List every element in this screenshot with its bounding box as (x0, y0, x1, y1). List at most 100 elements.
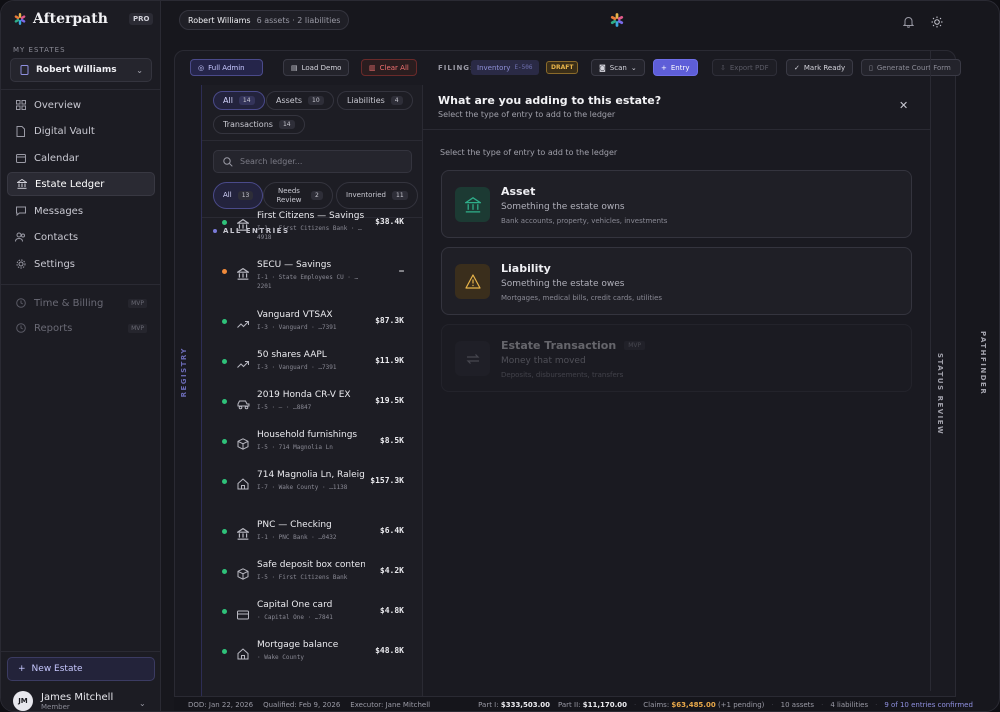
list-item[interactable]: 50 shares AAPL I-3 · Vanguard · …7391 $11.… (202, 346, 422, 386)
entry-amount: $6.4K (379, 526, 404, 535)
bank-icon (16, 179, 27, 190)
nav-settings[interactable]: Settings (7, 252, 155, 276)
scan-button[interactable]: ◙ Scan ⌄ (591, 59, 645, 76)
estate-selector-label: Robert Williams (36, 65, 117, 75)
theme-toggle-icon[interactable] (931, 13, 943, 32)
full-admin-label: Full Admin (208, 63, 245, 72)
estate-selector[interactable]: Robert Williams ⌄ (10, 58, 152, 82)
status-dot (222, 269, 227, 274)
option-subtitle: Money that moved (501, 356, 586, 366)
full-admin-button[interactable]: ◎ Full Admin (190, 59, 263, 76)
nav-digital-vault[interactable]: Digital Vault (7, 119, 155, 143)
file-icon: ▯ (869, 63, 873, 72)
list-item[interactable]: SECU — Savings I-1 · State Employees CU ·… (202, 256, 422, 296)
add-entry-button[interactable]: + Entry (653, 59, 698, 76)
status-filter-inventoried[interactable]: Inventoried 11 (336, 182, 418, 209)
list-item[interactable]: Household furnishings I-5 · 714 Magnolia … (202, 426, 422, 466)
warning-icon (455, 264, 490, 299)
nav-label: Calendar (34, 152, 79, 164)
divider (202, 140, 422, 141)
entry-amount: $4.8K (379, 606, 404, 615)
user-menu[interactable]: JM James Mitchell Member (13, 691, 113, 711)
entry-detail: I-7 · Wake County · …1138 (257, 484, 348, 491)
nav-overview[interactable]: Overview (7, 93, 155, 117)
filter-count: 10 (308, 96, 324, 105)
filing-select[interactable]: Inventory E-506 (471, 60, 539, 75)
status-dot (222, 649, 227, 654)
footer-qualified: Qualified: Feb 9, 2026 (263, 701, 341, 709)
nav-reports: Reports MVP (7, 316, 155, 340)
list-item[interactable]: First Citizens — Savings I-1 · First Citi… (202, 207, 422, 247)
bank-icon (235, 265, 251, 280)
estate-chip[interactable]: Robert Williams 6 assets · 2 liabilities (179, 10, 350, 30)
filter-label: Liabilities (347, 96, 385, 105)
status-filter-needs-review[interactable]: Needs Review 2 (263, 182, 333, 209)
nav-estate-ledger[interactable]: Estate Ledger (7, 172, 155, 196)
shield-icon: ◎ (198, 63, 205, 72)
option-title: Liability (501, 262, 551, 275)
divider (1, 284, 161, 285)
footer-part1-label: Part I: (478, 701, 499, 709)
entry-name: Safe deposit box contents (257, 560, 365, 570)
filter-count: 4 (390, 96, 403, 105)
list-item[interactable]: 714 Magnolia Ln, Raleigh I-7 · Wake Count… (202, 466, 422, 506)
bell-icon[interactable] (902, 13, 915, 32)
trend-icon (237, 355, 249, 368)
status-dot (222, 399, 227, 404)
option-detail: Mortgages, medical bills, credit cards, … (501, 294, 663, 302)
plus-icon: + (661, 63, 667, 72)
filter-all[interactable]: All 14 (213, 91, 265, 110)
camera-icon: ◙ (599, 63, 606, 72)
dialog-subtitle: Select the type of entry to add to the l… (438, 110, 616, 119)
list-item[interactable]: PNC — Checking I-1 · PNC Bank · …0432 $6.4… (202, 516, 422, 556)
status-review-rail[interactable]: STATUS REVIEW (936, 353, 944, 435)
pathfinder-rail[interactable]: PATHFINDER (979, 331, 987, 395)
new-estate-button[interactable]: + New Estate (7, 657, 155, 681)
nav-label: Digital Vault (34, 125, 95, 137)
generate-court-form-button[interactable]: ▯ Generate Court Form (861, 59, 961, 76)
list-item[interactable]: 2019 Honda CR-V EX I-5 · — · …8847 $19.5K (202, 386, 422, 426)
footer-part2: Part II: $11,170.00 (558, 701, 627, 709)
option-subtitle: Something the estate owns (501, 202, 625, 212)
nav-label: Settings (34, 258, 76, 270)
filter-label: All (223, 96, 233, 105)
mark-ready-label: Mark Ready (803, 63, 846, 72)
nav-messages[interactable]: Messages (7, 199, 155, 223)
list-item[interactable]: Safe deposit box contents I-5 · First Cit… (202, 556, 422, 596)
option-liability[interactable]: Liability Something the estate owes Mort… (441, 247, 912, 315)
chevron-down-icon[interactable]: ⌄ (139, 699, 146, 708)
status-dot (222, 319, 227, 324)
load-demo-button[interactable]: ▤ Load Demo (283, 59, 350, 76)
afterpath-logo-icon (14, 13, 26, 25)
entry-amount: $38.4K (375, 217, 404, 226)
ledger-list-pane: All 14 Assets 10 Liabilities 4 Transacti… (201, 85, 423, 711)
filter-label: All (223, 191, 232, 200)
list-item[interactable]: Capital One card · Capital One · …7841 $4.… (202, 596, 422, 636)
bank-icon (235, 525, 251, 540)
registry-rail[interactable]: REGISTRY (180, 347, 188, 397)
filter-transactions[interactable]: Transactions 14 (213, 115, 305, 134)
list-item[interactable]: Vanguard VTSAX I-3 · Vanguard · …7391 $87.… (202, 306, 422, 346)
filter-count: 11 (392, 190, 408, 201)
search-input[interactable]: Search ledger... (213, 150, 412, 173)
filter-assets[interactable]: Assets 10 (266, 91, 334, 110)
nav-calendar[interactable]: Calendar (7, 146, 155, 170)
mark-ready-button[interactable]: ✓ Mark Ready (786, 59, 854, 76)
nav-contacts[interactable]: Contacts (7, 225, 155, 249)
close-icon[interactable]: ✕ (899, 99, 908, 112)
status-filter-all[interactable]: All 13 (213, 182, 264, 209)
separator: · (634, 701, 637, 709)
list-item[interactable]: Mortgage balance · Wake County $48.8K (202, 636, 422, 676)
nav-label: Contacts (34, 231, 79, 243)
filter-count: 14 (238, 96, 255, 105)
export-pdf-button[interactable]: ⇩ Export PDF (712, 59, 777, 76)
user-role: Member (41, 702, 70, 711)
brand[interactable]: Afterpath (13, 11, 108, 27)
entry-detail: I-3 · Vanguard · …7391 (257, 364, 337, 371)
filter-liabilities[interactable]: Liabilities 4 (337, 91, 413, 110)
clear-all-button[interactable]: ▥ Clear All (361, 59, 417, 76)
entry-detail: I-5 · 714 Magnolia Ln (257, 444, 333, 451)
plus-icon: + (18, 664, 26, 674)
footer-assets: 10 assets (780, 701, 815, 709)
option-asset[interactable]: Asset Something the estate owns Bank acc… (441, 170, 912, 238)
